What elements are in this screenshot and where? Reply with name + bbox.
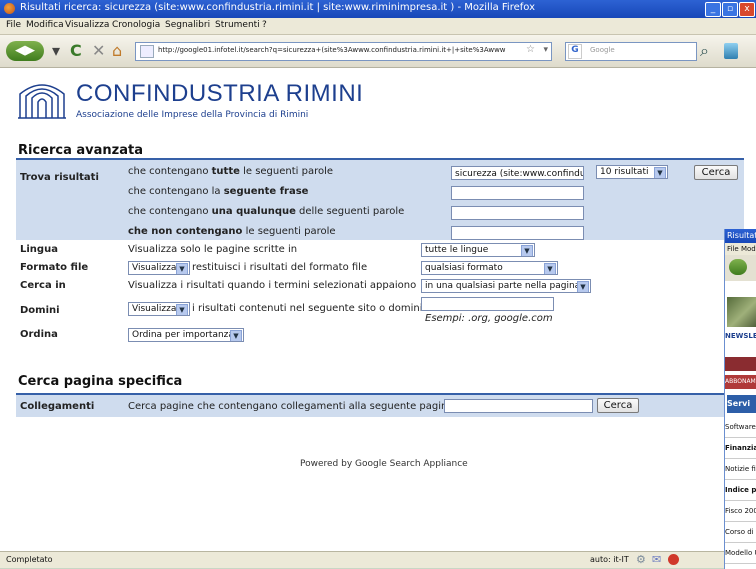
menu-bar: File Modifica Visualizza Cronologia Segn… — [0, 18, 756, 35]
background-browser-window[interactable]: Risultati File Modifica NEWSLETTE ABBONA… — [724, 229, 756, 569]
red-band — [725, 357, 756, 371]
confindustria-emblem-icon — [18, 84, 66, 119]
file-format-select[interactable]: qualsiasi formato ▼ — [421, 261, 558, 275]
close-button[interactable]: x — [739, 2, 755, 17]
dropdown-arrow-icon[interactable]: ▾ — [52, 41, 60, 61]
links-label: Collegamenti — [20, 401, 95, 412]
url-text: http://google01.infotel.it/search?q=sicu… — [158, 46, 506, 54]
links-search-button[interactable]: Cerca — [597, 398, 639, 413]
domains-mode-select[interactable]: Visualizza ▼ — [128, 302, 190, 316]
file-format-text: restituisci i risultati del formato file — [192, 262, 368, 273]
exclude-words-label: che non contengano le seguenti parole — [128, 226, 336, 237]
address-bar[interactable]: http://google01.infotel.it/search?q=sicu… — [135, 42, 552, 61]
specific-page-heading: Cerca pagina specifica — [18, 374, 183, 389]
search-button[interactable]: Cerca — [694, 165, 738, 180]
bookmark-star-icon[interactable]: ☆ — [526, 44, 535, 55]
sort-label: Ordina — [20, 329, 58, 340]
newsletter-label: NEWSLETTE — [725, 332, 756, 340]
file-format-mode-select[interactable]: Visualizza ▼ — [128, 261, 190, 275]
domains-label: Domini — [20, 305, 60, 316]
title-bar: Risultati ricerca: sicurezza (site:www.c… — [0, 0, 756, 18]
logo-name: CONFINDUSTRIA RIMINI — [76, 80, 364, 107]
search-in-label: Cerca in — [20, 280, 66, 291]
menu-modifica[interactable]: Modifica — [26, 20, 64, 30]
exclude-words-input[interactable] — [451, 226, 584, 240]
menu-segnalibri[interactable]: Segnalibri — [165, 20, 210, 30]
window-title: Risultati ricerca: sicurezza (site:www.c… — [20, 2, 535, 13]
chevron-down-icon: ▼ — [654, 167, 666, 178]
list-item[interactable]: Finanziari — [725, 438, 756, 459]
url-dropdown-icon[interactable]: ▾ — [543, 45, 548, 55]
back-forward-button[interactable] — [729, 259, 747, 275]
chevron-down-icon: ▼ — [521, 245, 533, 256]
google-icon[interactable]: G — [568, 44, 582, 59]
second-window-photo — [727, 297, 756, 327]
list-item[interactable]: Notizie fisca — [725, 459, 756, 480]
firefox-icon — [4, 3, 15, 14]
search-box[interactable]: G Google — [565, 42, 697, 61]
domains-text: i risultati contenuti nel seguente sito … — [192, 303, 429, 314]
chevron-down-icon: ▼ — [577, 281, 589, 292]
search-placeholder: Google — [590, 46, 615, 54]
find-results-label: Trova risultati — [20, 172, 99, 183]
status-text: Completato — [6, 555, 53, 564]
search-go-icon[interactable]: ⌕ — [700, 41, 709, 61]
blocked-icon[interactable] — [668, 554, 679, 565]
navigation-toolbar: ◀▶ ▾ C ✕ ⌂ http://google01.infotel.it/se… — [0, 35, 756, 68]
all-words-label: che contengano tutte le seguenti parole — [128, 166, 334, 177]
minimize-button[interactable]: _ — [705, 2, 721, 17]
language-indicator[interactable]: auto: it-IT — [590, 555, 629, 564]
reload-icon[interactable]: C — [70, 41, 82, 61]
advanced-search-heading: Ricerca avanzata — [18, 143, 144, 158]
menu-strumenti[interactable]: Strumenti — [215, 20, 260, 30]
menu-visualizza[interactable]: Visualizza — [65, 20, 109, 30]
chevron-down-icon: ▼ — [230, 330, 242, 341]
language-label: Lingua — [20, 244, 58, 255]
search-in-select[interactable]: in una qualsiasi parte nella pagina ▼ — [421, 279, 591, 293]
menu-help[interactable]: ? — [262, 20, 267, 30]
domain-input[interactable] — [421, 297, 554, 311]
page-icon — [140, 45, 154, 58]
abbonamenti-label: ABBONAMEN — [725, 375, 756, 389]
phrase-input[interactable] — [451, 186, 584, 200]
language-select[interactable]: tutte le lingue ▼ — [421, 243, 535, 257]
maximize-button[interactable]: ▫ — [722, 2, 738, 17]
results-count-select[interactable]: 10 risultati ▼ — [596, 165, 668, 179]
file-format-label: Formato file — [20, 262, 89, 273]
addon-status-icon[interactable]: ✉ — [652, 553, 661, 566]
logo-subtitle: Associazione delle Imprese della Provinc… — [76, 110, 309, 120]
links-input[interactable] — [444, 399, 593, 413]
domain-example-hint: Esempi: .org, google.com — [425, 313, 553, 324]
search-in-text: Visualizza i risultati quando i termini … — [128, 280, 417, 291]
any-words-label: che contengano una qualunque delle segue… — [128, 206, 405, 217]
second-window-title: Risultati — [725, 229, 756, 243]
chevron-down-icon: ▼ — [176, 263, 188, 274]
chevron-down-icon: ▼ — [544, 263, 556, 274]
menu-cronologia[interactable]: Cronologia — [112, 20, 160, 30]
second-window-menu: File Modifica — [725, 243, 756, 255]
list-item[interactable]: Modello UNI — [725, 543, 756, 564]
menu-file[interactable]: File — [6, 20, 21, 30]
all-words-input[interactable]: sicurezza (site:www.confindus — [451, 166, 584, 180]
list-item[interactable]: Indice pri — [725, 480, 756, 501]
language-text: Visualizza solo le pagine scritte in — [128, 244, 298, 255]
home-icon[interactable]: ⌂ — [112, 41, 122, 61]
stop-icon[interactable]: ✕ — [92, 41, 105, 61]
services-header: Servi — [727, 395, 756, 413]
second-window-toolbar — [725, 255, 756, 281]
list-item[interactable]: Software, e — [725, 417, 756, 438]
chevron-down-icon: ▼ — [176, 304, 188, 315]
any-words-input[interactable] — [451, 206, 584, 220]
status-bar: Completato auto: it-IT ⚙ ✉ — [0, 551, 756, 568]
plugin-icon[interactable]: ⚙ — [636, 553, 646, 566]
powered-by-text: Powered by Google Search Appliance — [300, 459, 468, 469]
sort-select[interactable]: Ordina per importanza ▼ — [128, 328, 244, 342]
back-forward-button[interactable]: ◀▶ — [6, 41, 44, 61]
list-item[interactable]: Fisco 2009 — [725, 501, 756, 522]
browser-window: Risultati ricerca: sicurezza (site:www.c… — [0, 0, 756, 568]
phrase-label: che contengano la seguente frase — [128, 186, 309, 197]
addon-icon[interactable] — [724, 43, 738, 59]
links-text: Cerca pagine che contengano collegamenti… — [128, 401, 454, 412]
list-item[interactable]: Corso di co — [725, 522, 756, 543]
